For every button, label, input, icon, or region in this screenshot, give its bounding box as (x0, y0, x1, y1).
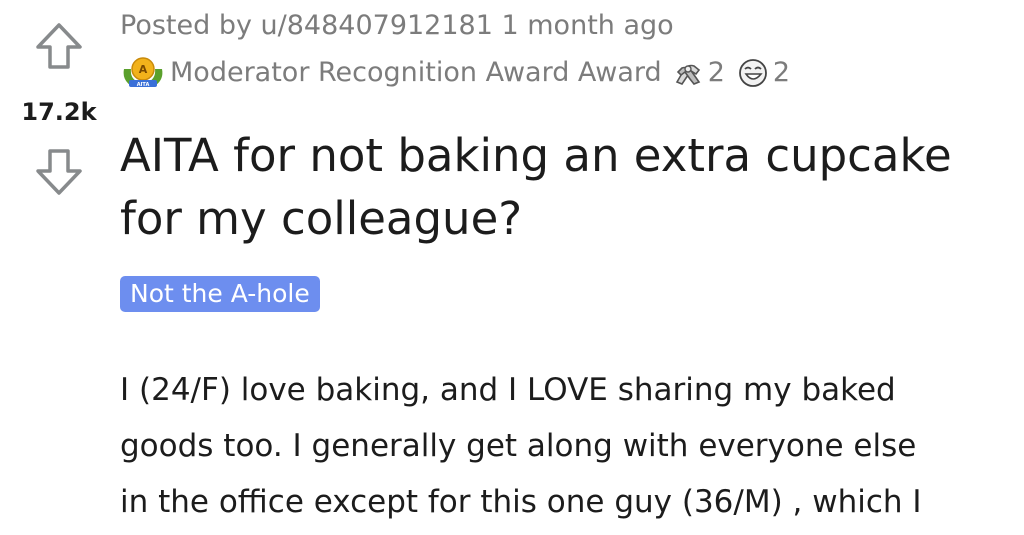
post-body: I (24/F) love baking, and I LOVE sharing… (120, 362, 1020, 530)
award-count: 2 (707, 56, 725, 88)
post-title-line: for my colleague? (120, 192, 523, 245)
vote-column: 17.2k (0, 0, 112, 535)
svg-text:A: A (139, 63, 148, 76)
award-count: 2 (772, 56, 791, 88)
arrow-down-icon (36, 149, 82, 195)
posted-by-prefix: Posted by (120, 10, 252, 41)
post-body-line: goods too. I generally get along with ev… (120, 428, 917, 464)
post-meta: Posted by u/848407912181 1 month ago (120, 10, 674, 41)
vote-score: 17.2k (21, 98, 97, 126)
downvote-button[interactable] (33, 148, 85, 196)
laughing-face-icon[interactable] (737, 56, 769, 88)
arm-wrestling-icon[interactable] (672, 56, 704, 88)
moderator-award-label[interactable]: Moderator Recognition Award Award (170, 57, 662, 88)
post-body-line: I (24/F) love baking, and I LOVE sharing… (120, 372, 896, 408)
post-flair-badge[interactable]: Not the A-hole (120, 276, 320, 312)
author-link[interactable]: u/848407912181 (261, 10, 493, 41)
post-age: 1 month ago (501, 10, 674, 41)
post-title-line: AITA for not baking an extra cupcake (120, 129, 952, 182)
svg-text:AITA: AITA (137, 82, 150, 88)
awards-row: A AITA Moderator Recognition Award Award… (120, 55, 792, 89)
upvote-button[interactable] (33, 22, 85, 70)
post-body-line: in the office except for this one guy (3… (120, 484, 922, 520)
arrow-up-icon (36, 23, 82, 69)
aita-moderator-badge-icon[interactable]: A AITA (120, 55, 166, 89)
post-title[interactable]: AITA for not baking an extra cupcake for… (120, 124, 1020, 250)
